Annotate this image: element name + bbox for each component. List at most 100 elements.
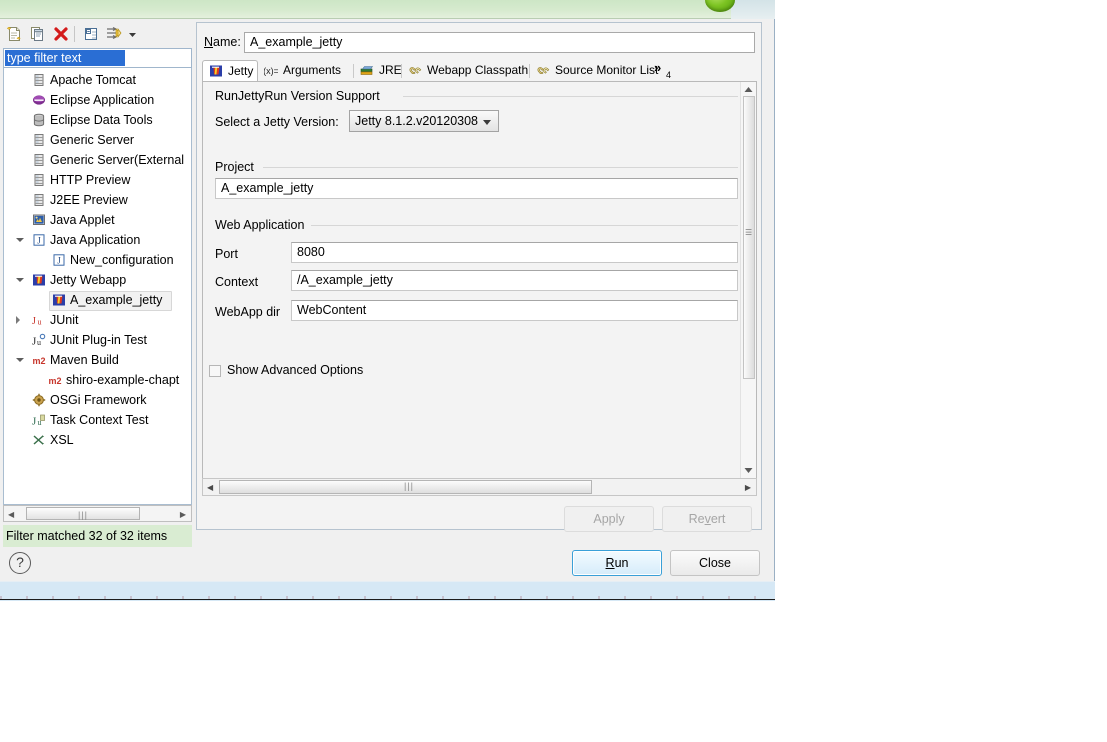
tree-item-generic-server[interactable]: Generic Server: [4, 130, 190, 150]
tree-item-label: Generic Server(External: [50, 153, 185, 167]
tree-item-j2ee-preview[interactable]: J2EE Preview: [4, 190, 190, 210]
tree-item-label: OSGi Framework: [50, 393, 147, 407]
server-icon: [32, 133, 46, 147]
tree-item-java-application[interactable]: J Java Application: [4, 230, 190, 250]
tree-item-maven-build[interactable]: m2 Maven Build: [4, 350, 190, 370]
collapse-all-icon[interactable]: [81, 24, 101, 44]
webapp-group-title: Web Application: [215, 218, 309, 232]
jetty-tab-panel: RunJettyRun Version Support Select a Jet…: [202, 81, 757, 479]
tree-item-label: Apache Tomcat: [50, 73, 136, 87]
help-icon[interactable]: ?: [9, 552, 31, 574]
tree-item-osgi-framework[interactable]: OSGi Framework: [4, 390, 190, 410]
form-vertical-scrollbar[interactable]: ☰: [740, 82, 756, 478]
tree-item-junit[interactable]: Ju JUnit: [4, 310, 190, 330]
tab-jre[interactable]: JRE: [354, 60, 402, 82]
new-document-icon[interactable]: [5, 24, 25, 44]
filter-status-text: Filter matched 32 of 32 items: [3, 525, 192, 547]
tree-item-http-preview[interactable]: HTTP Preview: [4, 170, 190, 190]
background-rule: [0, 599, 775, 600]
filter-icon[interactable]: [104, 24, 124, 44]
tree-item-label: Eclipse Application: [50, 93, 155, 107]
tree-item-shiro-example-chapt[interactable]: m2 shiro-example-chapt: [4, 370, 190, 390]
svg-text:m2: m2: [48, 376, 61, 386]
group-divider: [263, 167, 738, 168]
eclipse-icon: [32, 93, 46, 107]
tree-item-label: shiro-example-chapt: [66, 373, 180, 387]
svg-text:J: J: [57, 256, 61, 266]
copy-icon[interactable]: [28, 24, 48, 44]
checkbox-box-icon: [209, 365, 221, 377]
filter-field[interactable]: type filter text: [3, 48, 192, 68]
configurations-tree[interactable]: Apache Tomcat Eclipse Application Eclipse …: [3, 68, 192, 505]
configuration-detail-panel: Name: A_example_jetty Jetty (x)= Arguments…: [196, 22, 762, 532]
jetty-version-label: Select a Jetty Version:: [215, 115, 339, 129]
tree-item-task-context-test[interactable]: Ju Task Context Test: [4, 410, 190, 430]
tab-source-monitor-list[interactable]: Source Monitor List: [530, 60, 658, 82]
scroll-right-arrow[interactable]: ▶: [745, 483, 751, 492]
tree-item-java-applet[interactable]: Java Applet: [4, 210, 190, 230]
tree-item-eclipse-application[interactable]: Eclipse Application: [4, 90, 190, 110]
tree-item-new-configuration[interactable]: J New_configuration: [4, 250, 190, 270]
svg-text:m2: m2: [32, 356, 45, 366]
tree-item-jetty-webapp[interactable]: Jetty Webapp: [4, 270, 190, 290]
screen: type filter text Apache Tomcat Eclipse Ap…: [0, 0, 1107, 742]
delete-x-icon[interactable]: [51, 24, 71, 44]
tab-webapp-classpath[interactable]: Webapp Classpath: [402, 60, 530, 82]
chevron-down-icon[interactable]: [125, 24, 139, 44]
jetty-icon: [32, 273, 46, 287]
maven-icon: m2: [32, 353, 46, 367]
tree-item-label: Task Context Test: [50, 413, 149, 427]
group-divider: [311, 225, 738, 226]
form-horizontal-scrollbar[interactable]: ◀ ||| ▶: [202, 478, 757, 496]
webapp-dir-input[interactable]: WebContent: [291, 300, 738, 321]
chevron-double-right-icon: »: [654, 60, 662, 75]
tree-item-label: HTTP Preview: [50, 173, 131, 187]
java-app-icon: J: [52, 253, 66, 267]
tab-label: Webapp Classpath: [427, 63, 529, 77]
tree-item-eclipse-data-tools[interactable]: Eclipse Data Tools: [4, 110, 190, 130]
run-button[interactable]: Run: [572, 550, 662, 576]
configurations-panel: type filter text Apache Tomcat Eclipse Ap…: [3, 22, 192, 547]
jetty-version-select[interactable]: Jetty 8.1.2.v20120308: [349, 110, 499, 132]
server-icon: [32, 73, 46, 87]
tab-arguments[interactable]: (x)= Arguments: [258, 60, 354, 82]
configuration-name-input[interactable]: A_example_jetty: [244, 32, 755, 53]
version-group-title: RunJettyRun Version Support: [215, 89, 384, 103]
tree-hscroll-thumb[interactable]: |||: [26, 507, 140, 520]
tab-overflow-button[interactable]: » 4: [650, 60, 676, 82]
chevron-down-icon[interactable]: [16, 238, 24, 246]
project-input[interactable]: A_example_jetty: [215, 178, 738, 199]
tree-item-label: Generic Server: [50, 133, 135, 147]
show-advanced-options-checkbox[interactable]: Show Advanced Options: [209, 363, 363, 377]
tree-item-xsl[interactable]: XSL: [4, 430, 190, 450]
form-scroll-area: RunJettyRun Version Support Select a Jet…: [203, 82, 740, 478]
tree-horizontal-scrollbar[interactable]: ◀ ||| ▶: [3, 505, 192, 522]
tree-item-apache-tomcat[interactable]: Apache Tomcat: [4, 70, 190, 90]
apply-button[interactable]: Apply: [564, 506, 654, 532]
tab-jetty[interactable]: Jetty: [202, 60, 258, 82]
tree-item-junit-plug-in-test[interactable]: Ju JUnit Plug-in Test: [4, 330, 190, 350]
search-input[interactable]: type filter text: [5, 50, 125, 66]
tree-item-generic-server-external[interactable]: Generic Server(External: [4, 150, 190, 170]
show-advanced-options-label: Show Advanced Options: [227, 363, 364, 377]
run-configurations-dialog: type filter text Apache Tomcat Eclipse Ap…: [0, 0, 775, 601]
tab-label: JRE: [379, 63, 402, 77]
tree-item-label: New_configuration: [70, 253, 174, 267]
port-label: Port: [215, 247, 238, 261]
scroll-left-arrow[interactable]: ◀: [207, 483, 213, 492]
close-button[interactable]: Close: [670, 550, 760, 576]
tree-item-label: J2EE Preview: [50, 193, 128, 207]
revert-button-label: Revert: [688, 512, 726, 526]
chevron-down-icon[interactable]: [16, 358, 24, 366]
revert-button[interactable]: Revert: [662, 506, 752, 532]
tree-item-a-example-jetty[interactable]: A_example_jetty: [4, 290, 190, 311]
chevron-right-icon[interactable]: [16, 316, 20, 324]
tree-item-label: JUnit: [50, 313, 79, 327]
port-input[interactable]: 8080: [291, 242, 738, 263]
scroll-down-arrow[interactable]: [741, 462, 756, 478]
scroll-left-arrow[interactable]: ◀: [8, 510, 14, 519]
scroll-right-arrow[interactable]: ▶: [180, 510, 186, 519]
context-input[interactable]: /A_example_jetty: [291, 270, 738, 291]
osgi-icon: [32, 393, 46, 407]
chevron-down-icon[interactable]: [16, 278, 24, 286]
